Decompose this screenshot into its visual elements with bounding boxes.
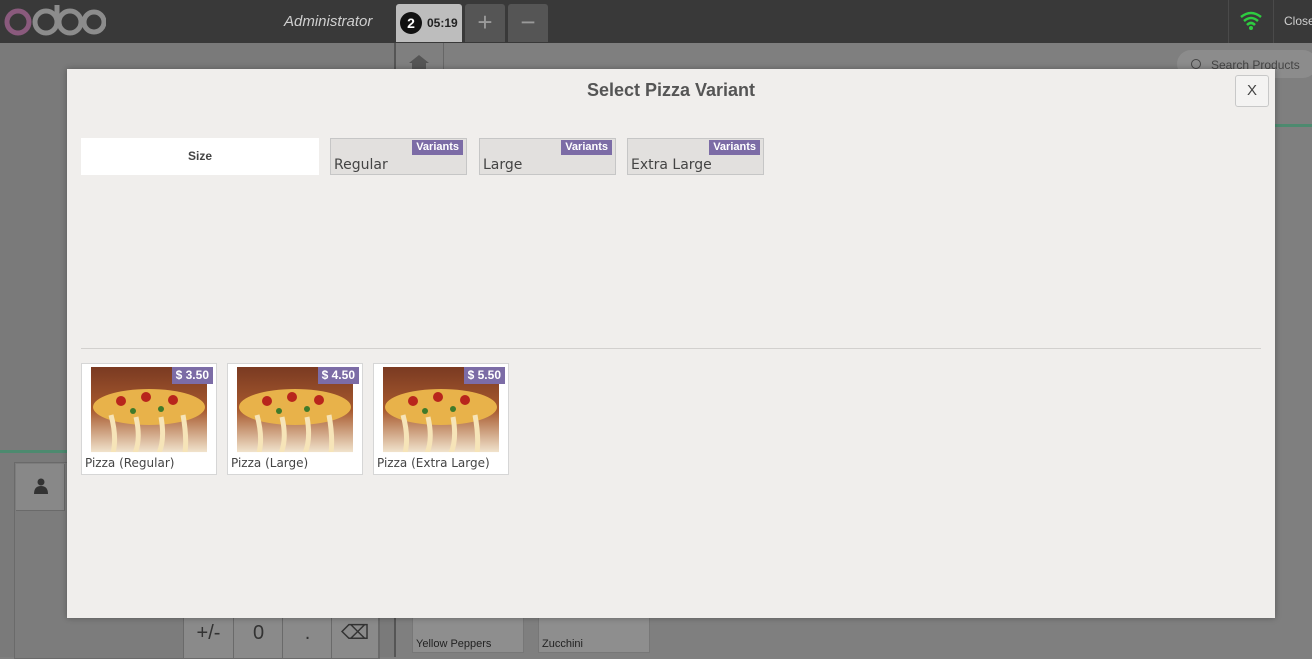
product-name-bar: Pizza (Regular): [82, 452, 216, 474]
odoo-logo: [4, 5, 106, 36]
product-name: Pizza (Large): [231, 456, 309, 470]
product-price: $ 5.50: [463, 367, 505, 384]
variant-button-extra-large[interactable]: Variants Extra Large: [627, 138, 764, 175]
product-area-divider: [1275, 124, 1312, 127]
search-icon: [1191, 59, 1201, 69]
close-session-button[interactable]: Close: [1284, 14, 1312, 28]
attribute-label-size: Size: [81, 138, 319, 175]
product-name: Pizza (Extra Large): [377, 456, 490, 470]
add-order-button[interactable]: +: [465, 4, 505, 42]
product-card-pizza-large[interactable]: $ 4.50 Pizza (Large): [227, 363, 363, 475]
variant-selection-modal: Select Pizza Variant X Size Variants Reg…: [67, 69, 1275, 618]
product-price: $ 3.50: [171, 367, 213, 384]
wifi-icon: [1228, 0, 1274, 43]
product-tile-name: Zucchini: [542, 638, 583, 650]
modal-close-button[interactable]: X: [1235, 75, 1269, 107]
cashier-name[interactable]: Administrator: [284, 13, 372, 30]
product-name-bar: Pizza (Extra Large): [374, 452, 508, 474]
product-tile-name: Yellow Peppers: [416, 638, 492, 650]
variants-badge: Variants: [412, 140, 463, 155]
section-divider: [81, 348, 1261, 349]
customer-button[interactable]: [16, 464, 65, 511]
breadcrumb-separator: [443, 43, 444, 71]
variant-name: Regular: [334, 157, 388, 173]
variant-button-large[interactable]: Variants Large: [479, 138, 616, 175]
variant-name: Large: [483, 157, 523, 173]
product-name: Pizza (Regular): [85, 456, 175, 470]
product-tile[interactable]: Yellow Peppers: [412, 614, 524, 653]
order-time: 05:19: [427, 16, 458, 30]
order-tab[interactable]: 2 05:19: [396, 4, 462, 42]
product-price: $ 4.50: [317, 367, 359, 384]
variant-name: Extra Large: [631, 157, 712, 173]
product-card-pizza-extra-large[interactable]: $ 5.50 Pizza (Extra Large): [373, 363, 509, 475]
variants-badge: Variants: [709, 140, 760, 155]
product-card-pizza-regular[interactable]: $ 3.50 Pizza (Regular): [81, 363, 217, 475]
product-tile[interactable]: Zucchini: [538, 614, 650, 653]
variant-button-regular[interactable]: Variants Regular: [330, 138, 467, 175]
modal-title: Select Pizza Variant: [586, 80, 756, 100]
product-name-bar: Pizza (Large): [228, 452, 362, 474]
pos-topbar: Administrator 2 05:19 + − Close: [0, 0, 1312, 43]
variants-badge: Variants: [561, 140, 612, 155]
remove-order-button[interactable]: −: [508, 4, 548, 42]
order-number: 2: [400, 12, 422, 34]
user-icon: [34, 478, 48, 494]
